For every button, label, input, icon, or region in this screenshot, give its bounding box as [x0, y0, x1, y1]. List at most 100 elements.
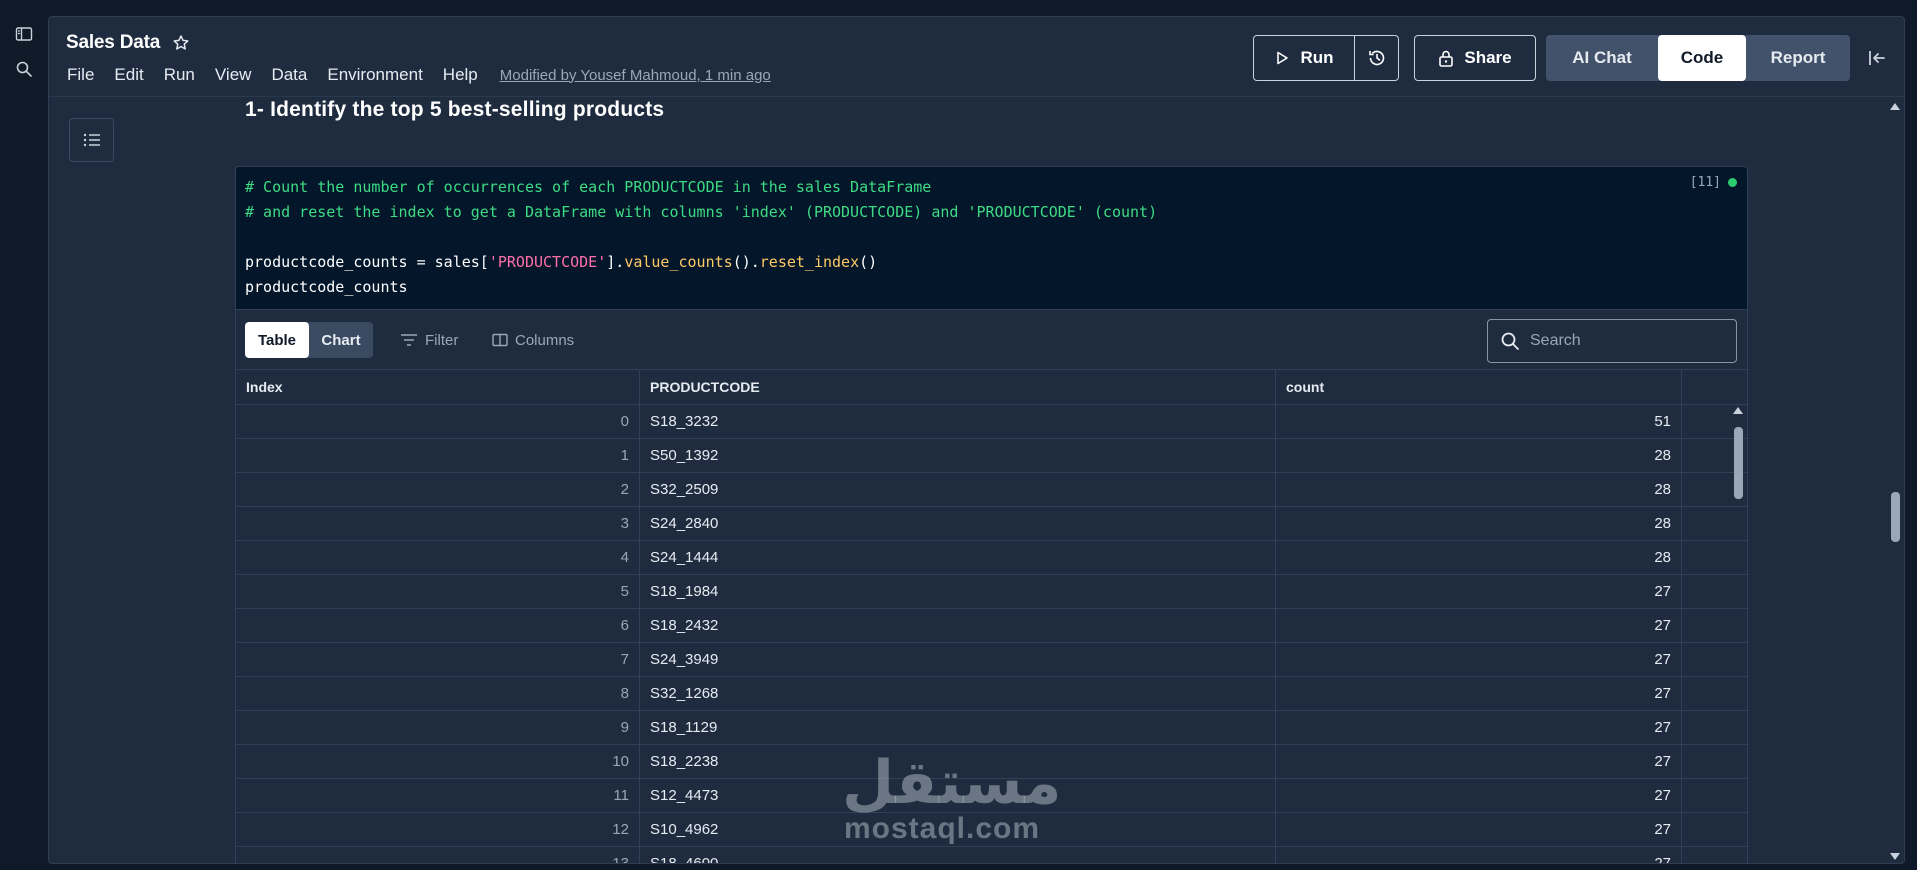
table-row[interactable]: 2 S32_2509 28: [236, 473, 1747, 507]
watermark-logo: مستقل mostaql.com: [842, 748, 1062, 845]
output-toolbar: Table Chart Filter Columns: [236, 310, 1747, 370]
menu-help[interactable]: Help: [443, 65, 478, 85]
cell-count: 28: [1276, 439, 1682, 472]
table-row[interactable]: 1 S50_1392 28: [236, 439, 1747, 473]
filter-button[interactable]: Filter: [400, 322, 458, 358]
cell-productcode: S24_3949: [640, 643, 1276, 676]
table-of-contents-button[interactable]: [69, 118, 114, 162]
tab-ai-chat[interactable]: AI Chat: [1546, 35, 1658, 81]
page-scroll-down-arrow[interactable]: [1890, 853, 1900, 860]
cell-productcode: S32_2509: [640, 473, 1276, 506]
watermark-arabic: مستقل: [842, 748, 1062, 818]
cell-count: 27: [1276, 711, 1682, 744]
table-search: [1487, 319, 1737, 363]
code-function: value_counts: [624, 253, 733, 271]
menu-view[interactable]: View: [215, 65, 252, 85]
cell-productcode: S18_2432: [640, 609, 1276, 642]
cell-index: 11: [236, 779, 640, 812]
tab-code[interactable]: Code: [1658, 35, 1746, 81]
execution-count-label: [11]: [1689, 175, 1721, 190]
filter-label: Filter: [425, 331, 459, 349]
table-row[interactable]: 9 S18_1129 27: [236, 711, 1747, 745]
run-button[interactable]: Run: [1254, 36, 1355, 80]
cell-index: 1: [236, 439, 640, 472]
code-token: ].: [606, 253, 625, 271]
share-button[interactable]: Share: [1414, 35, 1536, 81]
table-scrollbar[interactable]: [1730, 407, 1746, 857]
section-heading: 1- Identify the top 5 best-selling produ…: [245, 98, 665, 121]
table-scroll-thumb[interactable]: [1734, 427, 1743, 499]
scroll-up-arrow[interactable]: [1733, 407, 1743, 414]
menu-data[interactable]: Data: [271, 65, 307, 85]
collapse-panel-icon[interactable]: [1862, 49, 1892, 67]
tab-table[interactable]: Table: [245, 322, 309, 358]
menu-environment[interactable]: Environment: [327, 65, 422, 85]
cell-index: 0: [236, 405, 640, 438]
menu-file[interactable]: File: [67, 65, 94, 85]
code-token: ().: [732, 253, 760, 271]
cell-index: 8: [236, 677, 640, 710]
watermark-latin: mostaql.com: [843, 812, 1041, 845]
tab-report[interactable]: Report: [1746, 35, 1850, 81]
table-row[interactable]: 13 S18_4600 27: [236, 847, 1747, 863]
table-row[interactable]: 0 S18_3232 51: [236, 405, 1747, 439]
cell-count: 27: [1276, 813, 1682, 846]
cell-index: 12: [236, 813, 640, 846]
code-string: 'PRODUCTCODE': [488, 253, 607, 271]
columns-button[interactable]: Columns: [492, 322, 574, 358]
table-row[interactable]: 4 S24_1444 28: [236, 541, 1747, 575]
search-icon: [1501, 332, 1519, 350]
page-scrollbar[interactable]: [1887, 98, 1904, 863]
lock-icon: [1439, 50, 1454, 67]
cell-count: 28: [1276, 541, 1682, 574]
cell-count: 27: [1276, 779, 1682, 812]
modified-by-link[interactable]: Modified by Yousef Mahmoud, 1 min ago: [500, 67, 771, 84]
table-row[interactable]: 7 S24_3949 27: [236, 643, 1747, 677]
cell-index: 13: [236, 847, 640, 863]
cell-productcode: S18_3232: [640, 405, 1276, 438]
header-index[interactable]: Index: [236, 370, 640, 404]
cell-count: 27: [1276, 677, 1682, 710]
table-row[interactable]: 6 S18_2432 27: [236, 609, 1747, 643]
play-icon: [1277, 51, 1289, 65]
menu-edit[interactable]: Edit: [114, 65, 143, 85]
cell-index: 9: [236, 711, 640, 744]
status-dot: [1728, 178, 1737, 187]
table-header: Index PRODUCTCODE count: [236, 370, 1747, 405]
cell-index: 4: [236, 541, 640, 574]
code-token: productcode_counts = sales[: [245, 253, 489, 271]
toolbar: Run Share AI Chat Code Report: [1253, 35, 1904, 81]
table-row[interactable]: 8 S32_1268 27: [236, 677, 1747, 711]
sidebar-toggle-icon[interactable]: [13, 23, 35, 45]
cell-count: 27: [1276, 745, 1682, 778]
star-icon[interactable]: [172, 34, 190, 52]
cell-index: 6: [236, 609, 640, 642]
code-comment-1: # Count the number of occurrences of eac…: [245, 178, 932, 196]
cell-productcode: S24_2840: [640, 507, 1276, 540]
mode-switcher: AI Chat Code Report: [1546, 35, 1850, 81]
table-row[interactable]: 5 S18_1984 27: [236, 575, 1747, 609]
history-icon: [1368, 50, 1384, 66]
left-rail: [0, 0, 48, 870]
list-icon: [83, 133, 100, 147]
page-title[interactable]: Sales Data: [66, 32, 160, 54]
search-icon[interactable]: [13, 58, 35, 80]
cell-count: 51: [1276, 405, 1682, 438]
cell-count: 27: [1276, 847, 1682, 863]
cell-productcode: S32_1268: [640, 677, 1276, 710]
filter-icon: [401, 334, 417, 346]
search-input[interactable]: [1530, 332, 1710, 350]
share-label: Share: [1464, 48, 1512, 67]
page-scroll-up-arrow[interactable]: [1890, 103, 1900, 110]
tab-chart[interactable]: Chart: [309, 322, 373, 358]
code-editor[interactable]: # Count the number of occurrences of eac…: [235, 166, 1748, 310]
columns-icon: [492, 333, 508, 347]
table-row[interactable]: 3 S24_2840 28: [236, 507, 1747, 541]
header-productcode[interactable]: PRODUCTCODE: [640, 370, 1276, 404]
cell-count: 28: [1276, 507, 1682, 540]
page-scroll-thumb[interactable]: [1891, 492, 1900, 542]
header-count[interactable]: count: [1276, 370, 1682, 404]
run-history-button[interactable]: [1355, 36, 1398, 80]
cell-count: 27: [1276, 609, 1682, 642]
menu-run[interactable]: Run: [164, 65, 195, 85]
